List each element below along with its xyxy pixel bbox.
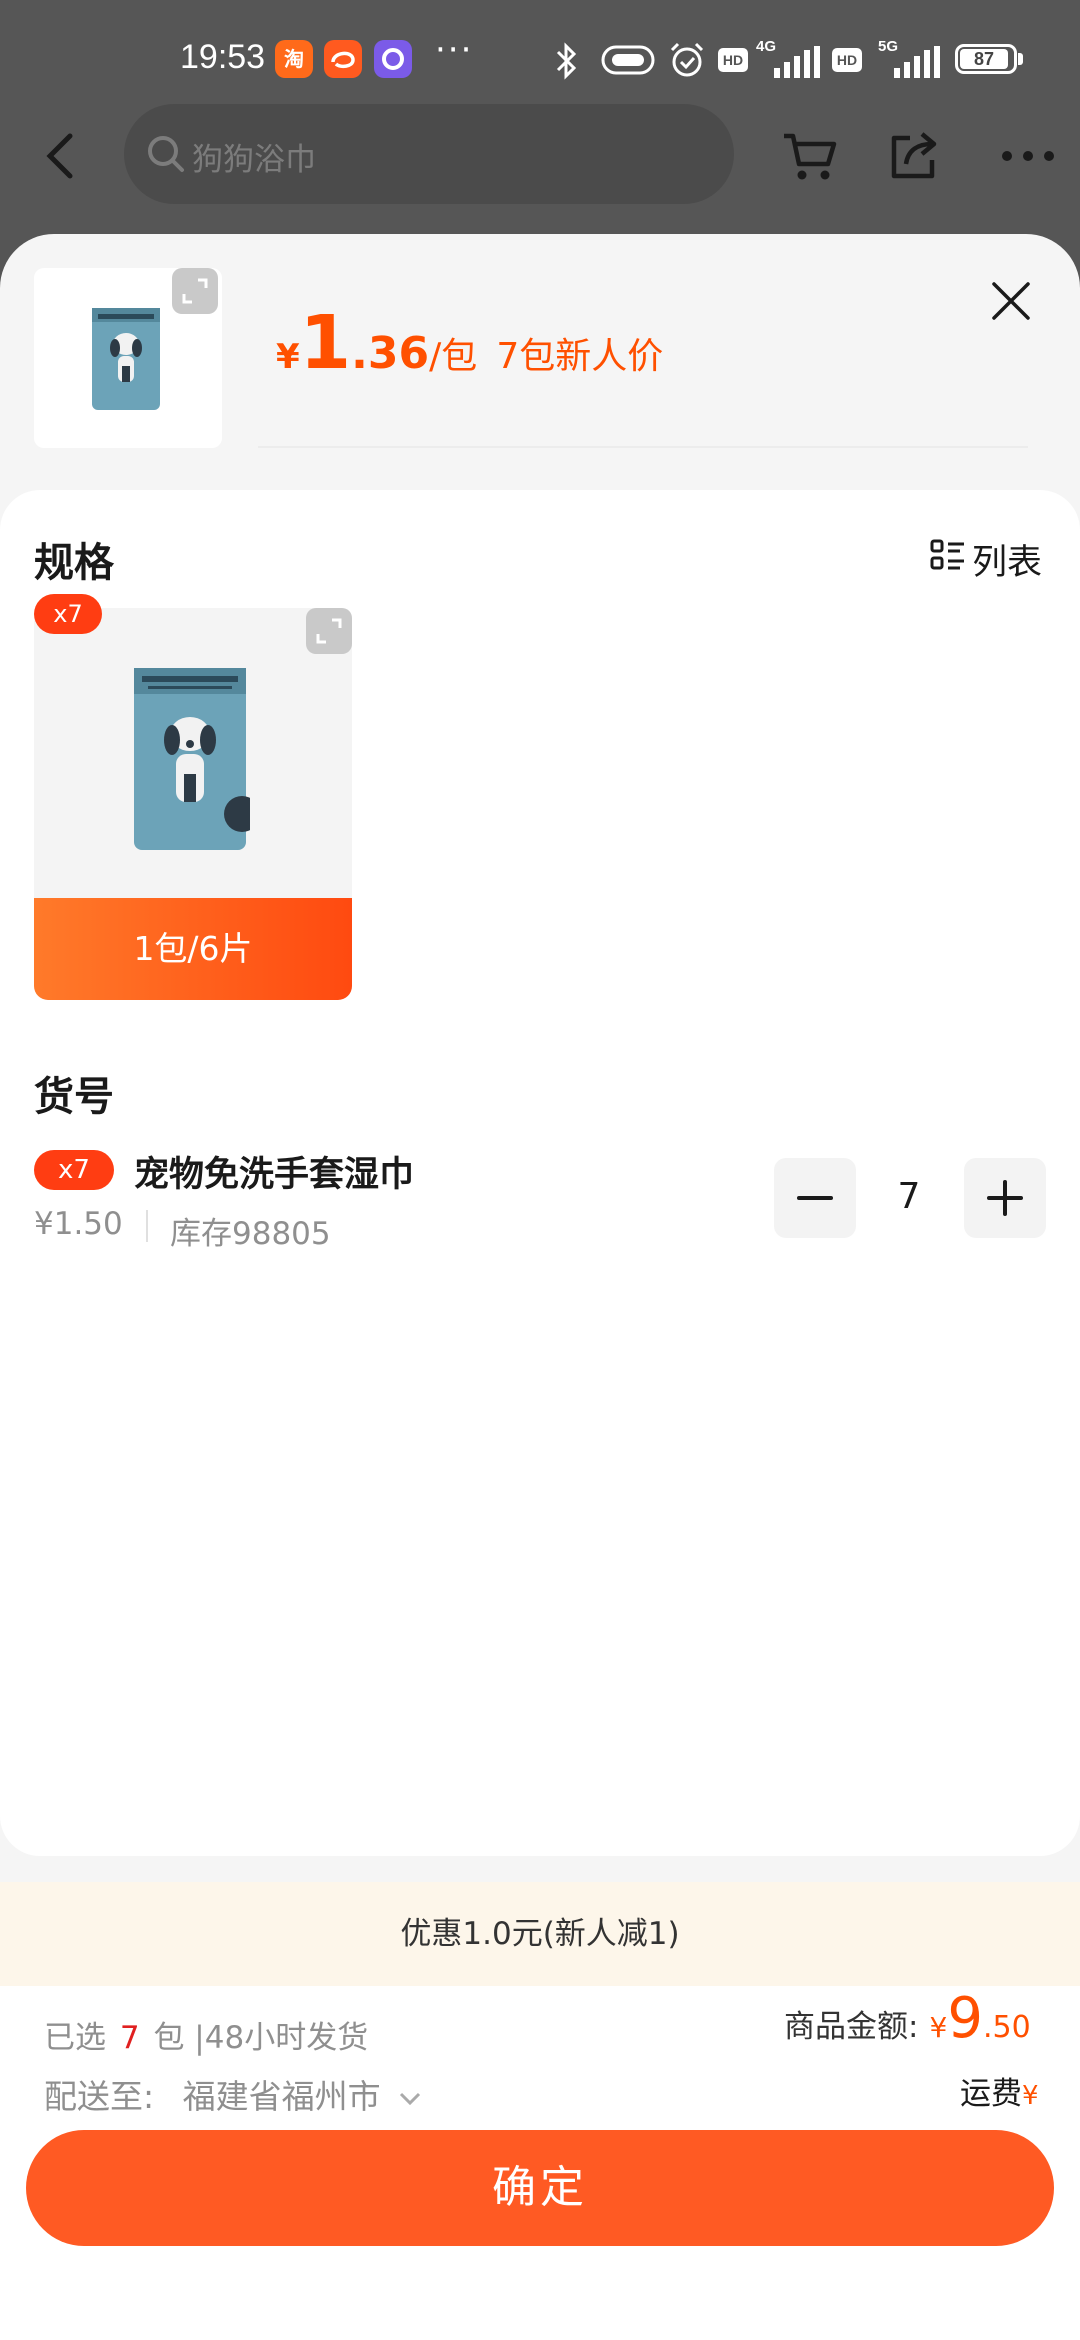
sku-price: ¥1.50 [34, 1206, 123, 1242]
shipping-row: 运费¥ [960, 2068, 1039, 2113]
chevron-down-icon [400, 2092, 421, 2105]
battery-icon: 87 [955, 44, 1017, 74]
nfc-icon [601, 45, 655, 75]
discount-banner: 优惠1.0元(新人减1) [0, 1882, 1080, 1986]
close-icon[interactable] [988, 278, 1034, 324]
search-placeholder: 狗狗浴巾 [192, 142, 316, 178]
cart-icon[interactable] [780, 128, 840, 184]
battery-tip [1018, 53, 1023, 65]
amount-label: 商品金额: [784, 2009, 919, 2045]
deliver-location: 福建省福州市 [182, 2077, 381, 2116]
alarm-icon [670, 42, 704, 77]
header-divider [258, 446, 1028, 448]
wipes-package-large-image [134, 668, 250, 850]
taobao-app-icon: 淘 [275, 40, 313, 78]
sku-name: 宠物免洗手套湿巾 [134, 1155, 415, 1195]
sku-quantity-badge: x7 [34, 1150, 114, 1190]
expand-image-button[interactable] [172, 268, 218, 314]
shipping-label: 运费 [960, 2076, 1022, 2112]
battery-level: 87 [960, 49, 1008, 69]
wipes-package-image [92, 308, 160, 410]
decrease-quantity-button[interactable] [774, 1158, 856, 1238]
spec-section-title: 规格 [34, 540, 114, 586]
plus-icon [987, 1180, 1023, 1216]
list-icon [930, 539, 964, 570]
amount-integer: 9 [947, 1986, 984, 2051]
signal-icon-1 [774, 46, 820, 78]
more-notifications-icon: ··· [435, 30, 474, 70]
spec-option-card[interactable]: 1包/6片 [34, 608, 352, 1000]
price-decimal: .36 [351, 328, 430, 379]
search-icon [148, 136, 184, 172]
amount-row: 商品金额: ¥9.50 [784, 1986, 1031, 2051]
selected-count: 7 [119, 2020, 140, 2056]
alibaba-app-icon [324, 40, 362, 78]
delivery-address[interactable]: 配送至: 福建省福州市 [44, 2070, 423, 2118]
search-input[interactable]: 狗狗浴巾 [124, 104, 734, 204]
spec-expand-button[interactable] [306, 608, 352, 654]
assistant-app-icon [374, 40, 412, 78]
selected-suffix: 包 |48小时发货 [153, 2020, 369, 2056]
price-currency: ¥ [276, 337, 300, 377]
sku-stock: 库存98805 [170, 1216, 331, 1252]
selected-summary: 已选 7 包 |48小时发货 [44, 2012, 368, 2057]
price-row: ¥1.36/包 7包新人价 [276, 300, 663, 386]
more-icon[interactable] [1000, 148, 1056, 164]
shipping-currency: ¥ [1022, 2081, 1039, 2111]
confirm-button[interactable]: 确定 [26, 2130, 1054, 2246]
list-view-label: 列表 [972, 543, 1043, 583]
share-icon[interactable] [886, 126, 942, 184]
amount-currency: ¥ [929, 2011, 948, 2044]
deliver-label: 配送至: [44, 2077, 155, 2116]
back-arrow-icon[interactable] [40, 128, 80, 184]
expand-icon [316, 618, 342, 644]
status-time: 19:53 [180, 38, 266, 76]
signal-icon-2 [894, 46, 940, 78]
hd-badge-2: HD [832, 48, 862, 72]
sku-section-title: 货号 [34, 1074, 114, 1120]
minus-icon [797, 1196, 833, 1200]
bluetooth-icon [556, 42, 577, 80]
increase-quantity-button[interactable] [964, 1158, 1046, 1238]
quantity-value[interactable]: 7 [870, 1176, 948, 1217]
selected-prefix: 已选 [44, 2020, 106, 2056]
amount-decimal: .50 [983, 2010, 1031, 2045]
new-user-price-label: 7包新人价 [496, 336, 664, 377]
price-integer: 1 [299, 300, 352, 386]
price-unit: /包 [429, 336, 478, 377]
spec-option-label: 1包/6片 [34, 898, 352, 1000]
expand-icon [182, 278, 208, 304]
hd-badge-1: HD [718, 48, 748, 72]
spec-quantity-badge: x7 [34, 594, 102, 634]
sku-divider [146, 1210, 148, 1242]
